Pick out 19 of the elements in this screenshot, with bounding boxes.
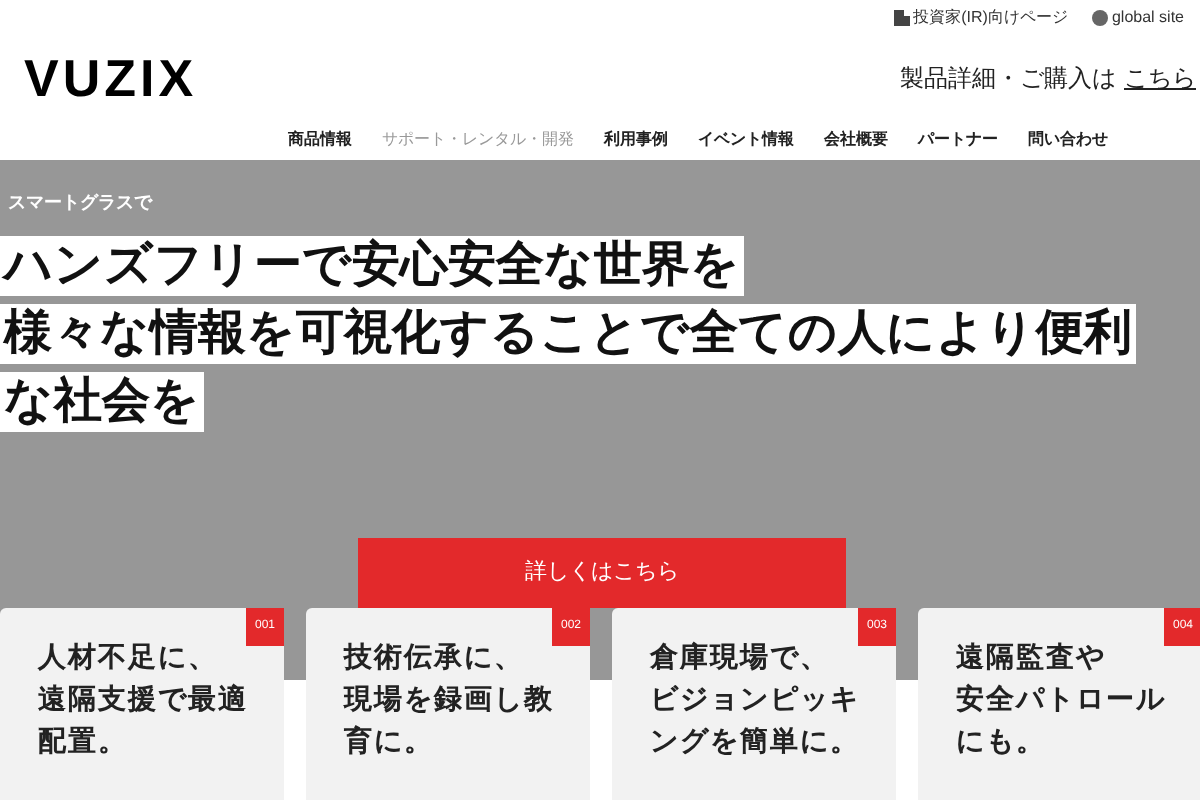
ir-link[interactable]: 投資家(IR)向けページ — [913, 6, 1068, 30]
card-title: 倉庫現場で、 ビジョンピッキ ングを簡単に。 — [650, 638, 860, 760]
nav-link[interactable]: 問い合わせ — [1028, 128, 1108, 152]
global-site-link[interactable]: global site — [1111, 6, 1184, 30]
hero-tag: スマートグラスで — [0, 190, 160, 217]
card-title: 人材不足に、 遠隔支援で最適 配置。 — [38, 638, 248, 760]
globe-icon — [1091, 10, 1108, 26]
nav-link[interactable]: パートナー — [918, 128, 998, 152]
purchase-link[interactable]: こちら — [1124, 60, 1196, 96]
building-icon — [893, 10, 910, 26]
card-title: 遠隔監査や 安全パトロール にも。 — [956, 638, 1166, 760]
nav-link[interactable]: イベント情報 — [698, 128, 794, 152]
card-title: 技術伝承に、 現場を録画し教 育に。 — [344, 638, 554, 760]
nav-link[interactable]: 利用事例 — [604, 128, 668, 152]
nav-link[interactable]: 商品情報 — [288, 128, 352, 152]
logo[interactable]: VUZIX — [24, 40, 198, 118]
purchase-text: 製品詳細・ご購入は — [900, 62, 1116, 96]
details-button[interactable]: 詳しくはこちら — [358, 538, 846, 608]
nav-link[interactable]: 会社概要 — [824, 128, 888, 152]
